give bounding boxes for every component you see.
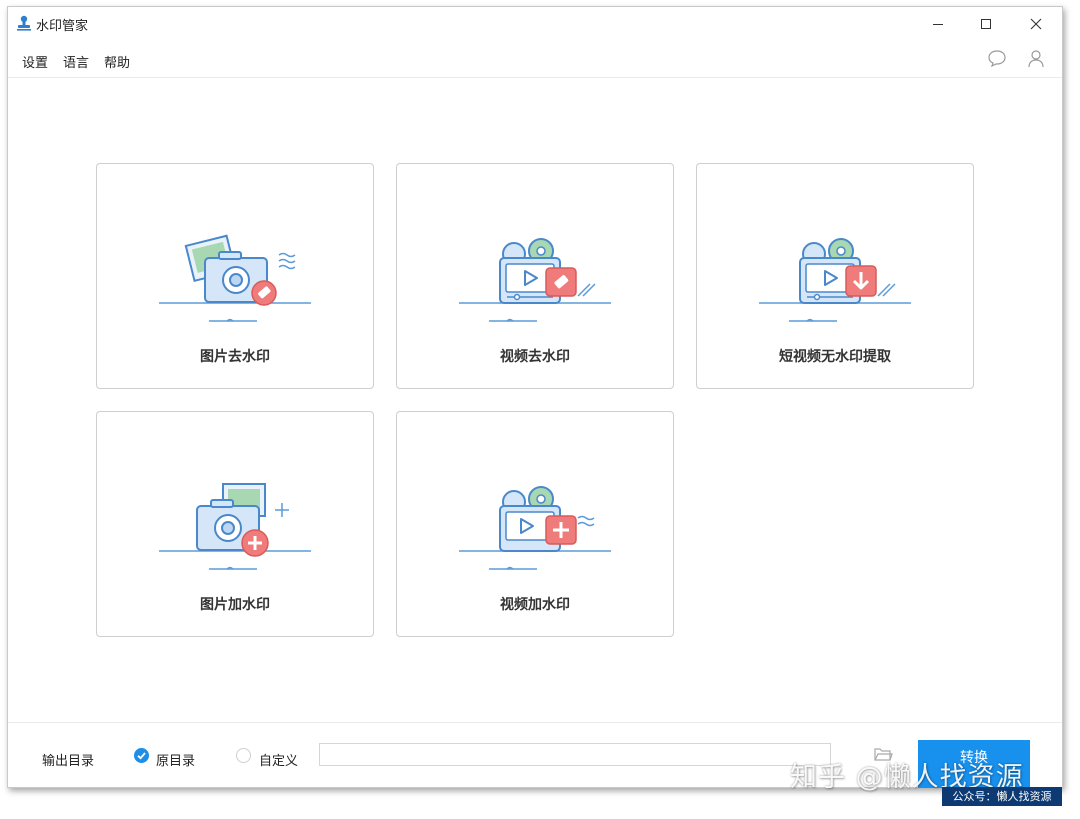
card-label: 图片加水印 <box>200 597 270 613</box>
card-short-video-extract[interactable]: 短视频无水印提取 <box>696 163 974 389</box>
maximize-button[interactable] <box>964 7 1008 40</box>
minimize-icon <box>933 23 943 25</box>
short-video-extract-icon <box>759 238 911 322</box>
close-button[interactable] <box>1014 7 1058 40</box>
photo-add-watermark-icon <box>159 483 311 570</box>
app-window: 水印管家 设置 语言 帮助 图片去水印 视频去水印 短视频无水印提取 图片加水印… <box>7 6 1063 788</box>
video-add-watermark-icon <box>459 486 611 570</box>
radio-custom-label[interactable]: 自定义 <box>259 750 298 769</box>
chat-bubble-icon[interactable] <box>987 48 1007 68</box>
stamp-logo-icon <box>17 15 31 31</box>
checkmark-icon <box>137 752 146 760</box>
radio-original-label[interactable]: 原目录 <box>156 750 195 769</box>
photo-remove-watermark-icon <box>159 234 311 322</box>
window-title: 水印管家 <box>36 19 89 34</box>
card-video-remove-watermark[interactable]: 视频去水印 <box>396 163 674 389</box>
output-directory-label: 输出目录 <box>42 754 95 769</box>
card-label: 短视频无水印提取 <box>779 349 891 365</box>
radio-original-directory[interactable] <box>134 748 149 763</box>
maximize-icon <box>981 18 991 29</box>
output-path-input[interactable] <box>319 743 831 766</box>
menu-bar: 设置 语言 帮助 <box>8 40 1062 78</box>
menu-language[interactable]: 语言 <box>63 52 89 71</box>
card-label: 视频加水印 <box>500 597 570 613</box>
radio-custom-directory[interactable] <box>236 748 251 763</box>
video-remove-watermark-icon <box>459 238 611 322</box>
title-bar[interactable]: 水印管家 <box>8 7 1062 40</box>
card-video-add-watermark[interactable]: 视频加水印 <box>396 411 674 637</box>
public-account-watermark: 公众号：懒人找资源 <box>942 787 1062 806</box>
card-photo-add-watermark[interactable]: 图片加水印 <box>96 411 374 637</box>
menu-settings[interactable]: 设置 <box>22 52 48 71</box>
user-account-icon[interactable] <box>1026 48 1046 68</box>
card-photo-remove-watermark[interactable]: 图片去水印 <box>96 163 374 389</box>
minimize-button[interactable] <box>916 7 960 40</box>
menu-help[interactable]: 帮助 <box>104 52 130 71</box>
close-icon <box>1030 18 1042 29</box>
card-label: 图片去水印 <box>200 349 270 365</box>
card-label: 视频去水印 <box>500 349 570 365</box>
